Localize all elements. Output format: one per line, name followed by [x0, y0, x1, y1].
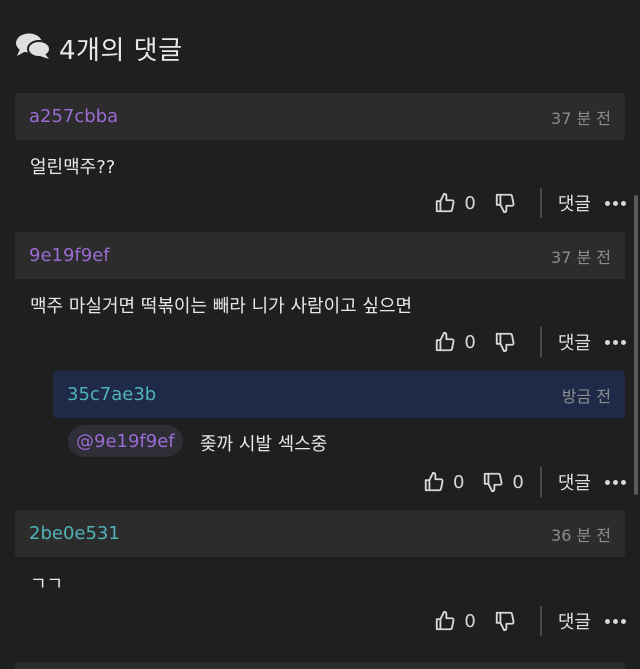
like-button[interactable]: 0: [434, 331, 476, 353]
next-comment-edge: [15, 662, 625, 669]
action-divider: [539, 606, 542, 636]
action-divider: [539, 327, 542, 357]
thumbs-up-icon: [434, 610, 456, 632]
comment-text: 맥주 마실거면 떡볶이는 빼라 니가 사람이고 싶으면: [30, 296, 413, 317]
comment-header: 2be0e531 36 분 전: [15, 510, 625, 557]
comment-text: ㄱㄱ: [30, 574, 64, 595]
thumbs-down-icon: [482, 471, 504, 493]
comment-text: 좆까 시발 섹스중: [200, 434, 328, 455]
comments-title: 4개의 댓글: [59, 35, 183, 66]
like-count: 0: [452, 471, 465, 493]
thumbs-down-icon: [494, 192, 516, 214]
action-divider: [539, 188, 542, 218]
dislike-count: 0: [512, 471, 524, 493]
comment-time: 37 분 전: [551, 247, 611, 267]
comment-text: 얼린맥주??: [30, 157, 116, 178]
reply-header: 35c7ae3b 방금 전: [53, 371, 625, 418]
comment-header: a257cbba 37 분 전: [15, 93, 625, 140]
more-options-icon[interactable]: [605, 479, 626, 485]
like-button[interactable]: 0: [423, 471, 464, 493]
thumbs-up-icon: [434, 331, 456, 353]
dislike-button[interactable]: [494, 610, 524, 632]
more-options-icon[interactable]: [605, 618, 626, 624]
dislike-button[interactable]: [494, 192, 524, 214]
comments-header: 4개의 댓글: [15, 28, 183, 68]
reply-button[interactable]: 댓글: [558, 469, 591, 495]
comment-author[interactable]: a257cbba: [29, 106, 118, 127]
comment-time: 37 분 전: [551, 108, 611, 128]
mention-tag[interactable]: @9e19f9ef: [68, 425, 183, 457]
more-options-icon[interactable]: [605, 200, 626, 206]
comment-header: 9e19f9ef 37 분 전: [15, 232, 625, 279]
thumbs-up-icon: [434, 192, 456, 214]
dislike-button[interactable]: [494, 331, 524, 353]
like-count: 0: [464, 610, 476, 632]
comment-actions: 0 댓글: [434, 186, 626, 220]
comment-actions: 0 댓글: [434, 604, 626, 638]
reply-button[interactable]: 댓글: [558, 190, 591, 216]
comment-actions: 0 댓글: [434, 325, 626, 359]
thumbs-down-icon: [494, 331, 516, 353]
thumbs-up-icon: [423, 471, 445, 493]
reply-button[interactable]: 댓글: [558, 608, 591, 634]
comment-actions: 0 0 댓글: [423, 465, 626, 499]
like-count: 0: [464, 331, 476, 353]
like-button[interactable]: 0: [434, 610, 476, 632]
like-button[interactable]: 0: [434, 192, 476, 214]
comment-time: 36 분 전: [551, 525, 611, 545]
more-options-icon[interactable]: [605, 339, 626, 345]
comment-time: 방금 전: [561, 386, 611, 406]
scrollbar[interactable]: [634, 195, 638, 495]
comment-author[interactable]: 35c7ae3b: [67, 384, 156, 405]
comment-author[interactable]: 2be0e531: [29, 523, 120, 544]
reply-button[interactable]: 댓글: [558, 329, 591, 355]
thumbs-down-icon: [494, 610, 516, 632]
comment-author[interactable]: 9e19f9ef: [29, 245, 110, 266]
like-count: 0: [464, 192, 476, 214]
dislike-button[interactable]: 0: [482, 471, 524, 493]
action-divider: [539, 467, 542, 497]
chat-bubbles-icon: [15, 32, 51, 64]
